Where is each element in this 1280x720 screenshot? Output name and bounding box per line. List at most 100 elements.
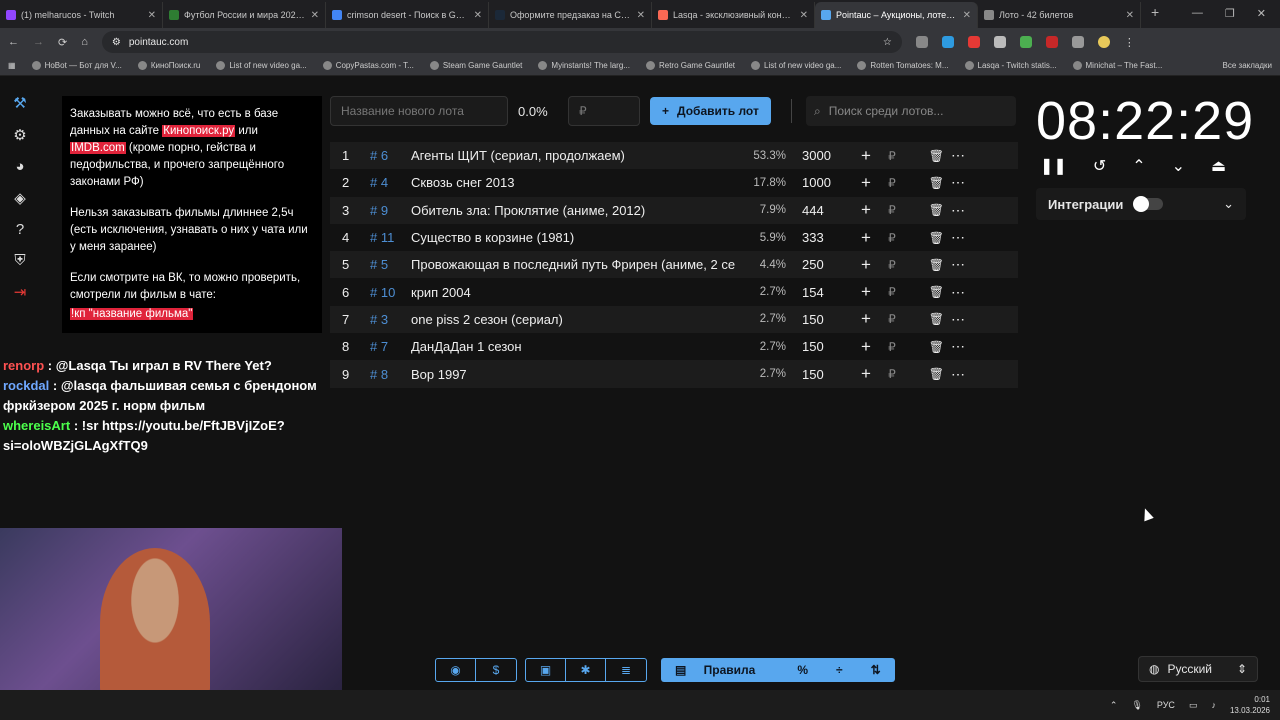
- bookmark-item[interactable]: Steam Game Gauntlet: [429, 61, 522, 70]
- trash-icon[interactable]: 🗑: [904, 367, 944, 381]
- auction-hammer-icon[interactable]: ⚒: [13, 94, 26, 112]
- more-options-icon[interactable]: ⋯: [944, 338, 972, 355]
- chevron-down-icon[interactable]: ⌄: [1223, 196, 1234, 212]
- browser-tab[interactable]: (1) melharucos - Twitch ✕: [0, 2, 163, 28]
- browser-tab[interactable]: Футбол России и мира 2026 - ✕: [163, 2, 326, 28]
- browser-tab[interactable]: Lasqa - эксклюзивный контен ✕: [652, 2, 815, 28]
- extension-icon[interactable]: [967, 36, 980, 48]
- more-options-icon[interactable]: ⋯: [944, 147, 972, 164]
- trash-icon[interactable]: 🗑: [904, 176, 944, 190]
- ruble-icon[interactable]: ₽: [880, 258, 904, 272]
- close-tab-icon[interactable]: ✕: [311, 10, 319, 21]
- shield-icon[interactable]: ⛨: [14, 252, 25, 269]
- add-amount-icon[interactable]: +: [852, 200, 880, 220]
- lot-id[interactable]: # 9: [362, 203, 411, 218]
- bookmark-item[interactable]: Minichat – The Fast...: [1072, 61, 1162, 70]
- bookmark-item[interactable]: КиноПоиск.ru: [137, 61, 200, 70]
- more-options-icon[interactable]: ⋯: [944, 311, 972, 328]
- add-lot-button[interactable]: + Добавить лот: [650, 97, 771, 125]
- close-tab-icon[interactable]: ✕: [148, 10, 156, 21]
- lot-name[interactable]: ДанДаДан 1 сезон: [411, 339, 737, 354]
- trash-icon[interactable]: 🗑: [904, 231, 944, 245]
- menu-kebab-icon[interactable]: ⋮: [1124, 36, 1135, 49]
- add-amount-icon[interactable]: +: [852, 337, 880, 357]
- lot-id[interactable]: # 4: [362, 175, 411, 190]
- trash-icon[interactable]: 🗑: [904, 340, 944, 354]
- lot-search-input[interactable]: ⌕ Поиск среди лотов...: [806, 96, 1016, 126]
- ruble-icon[interactable]: ₽: [880, 203, 904, 217]
- lot-name[interactable]: Существо в корзине (1981): [411, 230, 737, 245]
- lot-name[interactable]: крип 2004: [411, 285, 737, 300]
- add-amount-icon[interactable]: +: [852, 282, 880, 302]
- apps-grid-icon[interactable]: ▦: [8, 61, 16, 70]
- lot-amount[interactable]: 250: [792, 257, 852, 272]
- close-tab-icon[interactable]: ✕: [800, 10, 808, 21]
- extension-icon[interactable]: [1019, 36, 1032, 48]
- reset-icon[interactable]: ↺: [1093, 156, 1106, 176]
- profile-avatar[interactable]: [1097, 36, 1110, 48]
- network-icon[interactable]: ▭: [1189, 700, 1198, 711]
- reload-icon[interactable]: ⟳: [58, 36, 67, 49]
- donate-icon[interactable]: $: [476, 659, 516, 681]
- lot-amount[interactable]: 150: [792, 367, 852, 382]
- imdb-link[interactable]: IMDB.com: [70, 142, 126, 154]
- lot-id[interactable]: # 10: [362, 285, 411, 300]
- add-amount-icon[interactable]: +: [852, 228, 880, 248]
- bookmark-item[interactable]: CopyPastas.com - T...: [322, 61, 414, 70]
- lot-name[interactable]: Сквозь снег 2013: [411, 175, 737, 190]
- lot-id[interactable]: # 7: [362, 339, 411, 354]
- lot-id[interactable]: # 5: [362, 257, 411, 272]
- tray-expand-icon[interactable]: ⌃: [1110, 700, 1118, 711]
- lot-name[interactable]: Агенты ЩИТ (сериал, продолжаем): [411, 148, 737, 163]
- bookmark-item[interactable]: Lasqa - Twitch statis...: [964, 61, 1057, 70]
- lot-name-input[interactable]: Название нового лота: [330, 96, 508, 126]
- percent-icon[interactable]: %: [783, 663, 822, 677]
- pause-icon[interactable]: ❚❚: [1040, 156, 1067, 176]
- more-options-icon[interactable]: ⋯: [944, 229, 972, 246]
- lot-amount[interactable]: 333: [792, 230, 852, 245]
- sort-icon[interactable]: ⇅: [857, 663, 895, 677]
- lot-amount[interactable]: 150: [792, 312, 852, 327]
- lot-id[interactable]: # 8: [362, 367, 411, 382]
- lot-amount[interactable]: 444: [792, 203, 852, 218]
- maximize-icon[interactable]: ❐: [1225, 7, 1235, 20]
- extensions-menu-icon[interactable]: [1071, 36, 1084, 48]
- home-icon[interactable]: ⌂: [81, 36, 88, 48]
- bookmark-item[interactable]: HoBot — Бот для V...: [31, 61, 122, 70]
- extension-icon[interactable]: [915, 36, 928, 48]
- minimize-icon[interactable]: —: [1192, 7, 1203, 20]
- rules-button[interactable]: ▤ Правила: [661, 663, 783, 677]
- bookmark-item[interactable]: Rotten Tomatoes: M...: [857, 61, 949, 70]
- github-icon[interactable]: ◉: [436, 659, 476, 681]
- help-icon[interactable]: ?: [16, 221, 24, 238]
- site-info-icon[interactable]: ⚙: [112, 37, 121, 48]
- lot-amount[interactable]: 150: [792, 339, 852, 354]
- wheel-icon[interactable]: ◕: [15, 158, 24, 175]
- bookmark-item[interactable]: Myinstants! The larg...: [538, 61, 630, 70]
- add-amount-icon[interactable]: +: [852, 146, 880, 166]
- lot-amount[interactable]: 1000: [792, 175, 852, 190]
- extension-icon[interactable]: [1045, 36, 1058, 48]
- lot-name[interactable]: Обитель зла: Проклятие (аниме, 2012): [411, 203, 737, 218]
- more-options-icon[interactable]: ⋯: [944, 256, 972, 273]
- volume-icon[interactable]: ♪: [1211, 700, 1216, 710]
- close-tab-icon[interactable]: ✕: [474, 10, 482, 21]
- kinopoisk-link[interactable]: Кинопоиск.ру: [162, 125, 236, 137]
- all-bookmarks[interactable]: Все закладки: [1223, 61, 1272, 70]
- ruble-icon[interactable]: ₽: [880, 367, 904, 381]
- extension-icon[interactable]: [993, 36, 1006, 48]
- bug-icon[interactable]: ✱: [566, 659, 606, 681]
- trash-icon[interactable]: 🗑: [904, 312, 944, 326]
- system-clock[interactable]: 0:01 13.03.2026: [1230, 694, 1270, 716]
- browser-tab[interactable]: Лото - 42 билетов ✕: [978, 2, 1141, 28]
- ruble-icon[interactable]: ₽: [880, 231, 904, 245]
- lot-name[interactable]: one piss 2 сезон (сериал): [411, 312, 737, 327]
- lot-id[interactable]: # 11: [362, 230, 411, 245]
- browser-tab[interactable]: Оформите предзаказ на Crim ✕: [489, 2, 652, 28]
- address-bar[interactable]: ⚙ pointauc.com ☆: [101, 31, 902, 53]
- mic-icon[interactable]: 🎙: [1131, 700, 1142, 711]
- close-tab-icon[interactable]: ✕: [1126, 10, 1134, 21]
- lot-name[interactable]: Провожающая в последний путь Фрирен (ани…: [411, 257, 737, 272]
- close-tab-icon[interactable]: ✕: [963, 10, 971, 21]
- browser-tab[interactable]: Pointauc – Аукционы, лотерея ✕: [815, 2, 978, 28]
